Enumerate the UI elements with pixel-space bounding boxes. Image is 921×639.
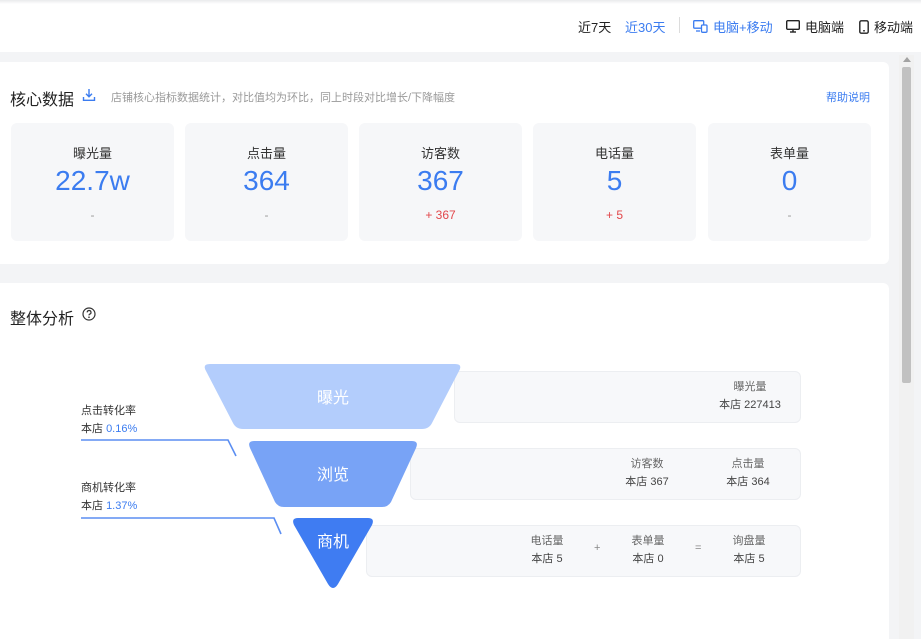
device-all-label: 电脑+移动 [713, 20, 773, 35]
multi-device-icon [693, 20, 708, 33]
equals-operator: = [695, 542, 702, 554]
funnel-label-exposure: 曝光 [317, 389, 349, 407]
monitor-icon [786, 20, 800, 33]
rate-line: 本店 1.37% [81, 497, 137, 515]
scroll-up-arrow-icon[interactable] [903, 57, 911, 62]
scrollbar-thumb[interactable] [902, 67, 911, 383]
rate-value: 0.16% [106, 423, 138, 435]
exposure-panel: 曝光量 本店 227413 [454, 371, 801, 423]
core-data-title: 核心数据 [10, 92, 75, 109]
download-icon[interactable] [82, 88, 96, 102]
device-pc-label: 电脑端 [805, 20, 845, 35]
metric-card-calls: 电话量 5 + 5 [533, 123, 696, 241]
device-mobile-label: 移动端 [874, 20, 914, 35]
click-conversion-rate: 点击转化率 本店 0.16% [81, 402, 137, 438]
stat-value: 本店 5 [531, 553, 563, 565]
rate-prefix: 本店 [81, 500, 103, 512]
metric-change: - [787, 208, 792, 222]
visitors-stat: 访客数 本店 367 [607, 455, 687, 491]
clicks-stat: 点击量 本店 364 [708, 455, 788, 491]
metric-change: + 367 [425, 208, 456, 222]
stat-value: 本店 367 [625, 476, 669, 488]
metric-value: 367 [417, 165, 464, 196]
metric-value: 0 [781, 165, 798, 196]
exposure-stat: 曝光量 本店 227413 [710, 378, 790, 414]
metric-label: 点击量 [246, 146, 286, 161]
lead-rate-connector [81, 517, 282, 535]
metric-change: + 5 [605, 208, 623, 222]
calls-stat: 电话量 本店 5 [507, 532, 587, 568]
top-shadow [0, 0, 921, 4]
rate-name: 商机转化率 [81, 482, 136, 494]
conversion-funnel: 曝光 浏览 商机 [81, 364, 461, 588]
help-link[interactable]: 帮助说明 [826, 89, 870, 105]
stat-label: 曝光量 [733, 381, 767, 393]
rate-line: 本店 0.16% [81, 420, 137, 438]
metric-card-exposure: 曝光量 22.7w - [11, 123, 174, 241]
metric-card-forms: 表单量 0 - [708, 123, 871, 241]
core-data-card: 核心数据 店铺核心指标数据统计，对比值均为环比，同上时段对比增长/下降幅度 帮助… [0, 62, 889, 264]
stat-label: 访客数 [630, 458, 664, 470]
metric-label: 曝光量 [72, 146, 112, 161]
metric-card-visitors: 访客数 367 + 367 [359, 123, 522, 241]
stat-label: 电话量 [530, 535, 564, 547]
rate-name: 点击转化率 [81, 405, 136, 417]
metric-value: 22.7w [55, 165, 130, 196]
metric-label: 电话量 [594, 146, 634, 161]
core-data-description: 店铺核心指标数据统计，对比值均为环比，同上时段对比增长/下降幅度 [111, 92, 456, 104]
device-all-button[interactable]: 电脑+移动 [693, 17, 773, 36]
range-7-days[interactable]: 近7天 [578, 17, 611, 36]
stat-label: 点击量 [731, 458, 765, 470]
range-30-days[interactable]: 近30天 [625, 17, 665, 36]
funnel-label-leads: 商机 [317, 533, 349, 551]
stat-label: 询盘量 [732, 535, 766, 547]
lead-conversion-rate: 商机转化率 本店 1.37% [81, 479, 137, 515]
metric-label: 访客数 [420, 146, 460, 161]
inquiries-stat: 询盘量 本店 5 [709, 532, 789, 568]
stat-label: 表单量 [631, 535, 665, 547]
funnel-label-browse: 浏览 [317, 466, 349, 484]
metric-change: - [264, 208, 269, 222]
top-filter-bar: 近7天 近30天 电脑+移动 电脑端 移动端 [0, 0, 921, 52]
funnel-stage-leads[interactable] [293, 518, 373, 588]
metric-label: 表单量 [769, 146, 809, 161]
phone-icon [859, 19, 869, 34]
stat-value: 本店 0 [632, 553, 664, 565]
vertical-scrollbar[interactable] [899, 55, 914, 639]
device-mobile-button[interactable]: 移动端 [859, 17, 913, 36]
forms-stat: 表单量 本店 0 [608, 532, 688, 568]
metric-change: - [90, 208, 95, 222]
click-rate-connector [81, 439, 237, 457]
stat-value: 本店 5 [733, 553, 765, 565]
metric-value: 5 [606, 165, 623, 196]
metric-value: 364 [243, 165, 290, 196]
stat-value: 本店 364 [726, 476, 770, 488]
divider [679, 17, 680, 33]
stat-value: 本店 227413 [719, 399, 781, 411]
device-pc-button[interactable]: 电脑端 [786, 17, 844, 36]
rate-value: 1.37% [106, 500, 138, 512]
metric-card-clicks: 点击量 364 - [185, 123, 348, 241]
plus-operator: + [594, 542, 601, 554]
rate-prefix: 本店 [81, 423, 103, 435]
overall-analysis-card: 整体分析 曝光量 本店 227413 访客数 本店 367 点击量 本店 364… [0, 283, 889, 639]
